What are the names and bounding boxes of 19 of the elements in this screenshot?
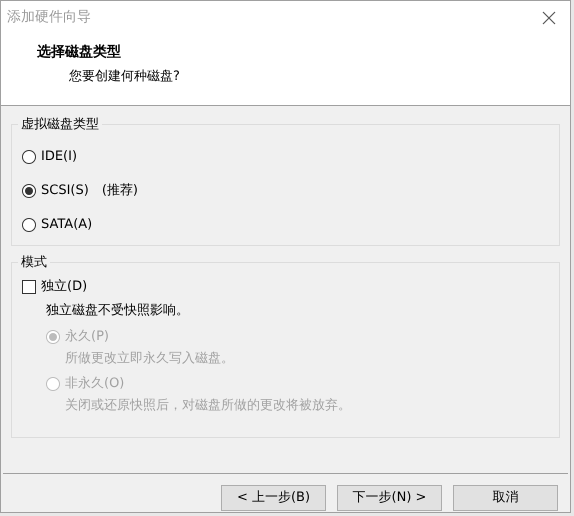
radio-button[interactable] [22,218,36,232]
close-icon[interactable] [542,10,556,24]
wizard-button[interactable]: < 上一步(B) [221,485,326,511]
radio-label[interactable]: IDE(I) [41,147,78,167]
radio-button[interactable] [22,184,36,198]
radio-label[interactable]: SCSI(S) [41,181,89,201]
recommended-note: (推荐) [102,182,138,200]
window-title: 添加硬件向导 [7,8,91,27]
page-title: 选择磁盘类型 [37,43,122,62]
checkbox-label[interactable]: 独立(D) [41,277,88,297]
option-description: 所做更改立即永久写入磁盘。 [64,350,235,368]
wizard-button[interactable]: 下一步(N) > [337,485,442,511]
wizard-button[interactable]: 取消 [453,485,558,511]
option-description: 关闭或还原快照后，对磁盘所做的更改将被放弃。 [64,397,352,415]
checkbox[interactable] [22,280,36,294]
radio-label[interactable]: SATA(A) [41,215,92,235]
radio-button[interactable] [22,150,36,164]
independent-description: 独立磁盘不受快照影响。 [45,302,190,320]
page-subtitle: 您要创建何种磁盘? [68,68,181,86]
